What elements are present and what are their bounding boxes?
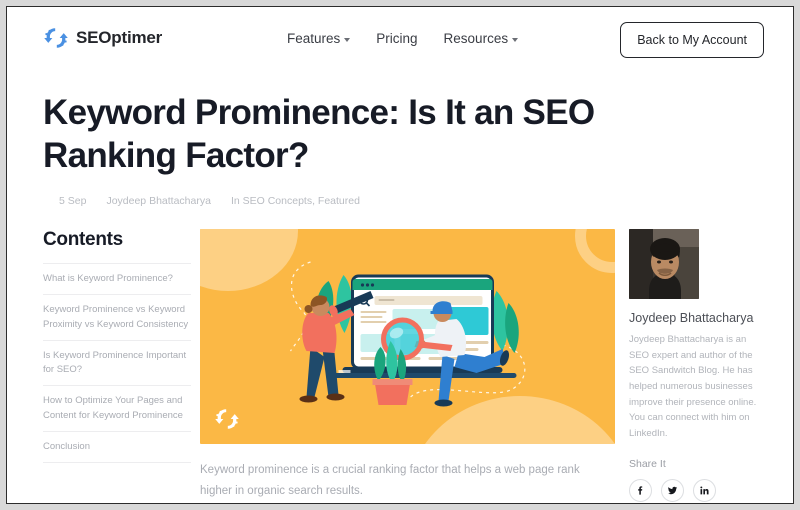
contents-item-3[interactable]: Is Keyword Prominence Important for SEO? xyxy=(43,339,191,386)
share-linkedin-button[interactable] xyxy=(693,478,716,502)
nav-item-label: Resources xyxy=(443,31,509,46)
site-logo-text: SEOptimer xyxy=(76,28,163,47)
nav-item-label: Features xyxy=(287,31,341,46)
article-date: 5 Sep xyxy=(59,195,87,208)
hero-artwork xyxy=(290,261,526,407)
nav-item-label: Pricing xyxy=(376,31,418,46)
site-logo[interactable]: SEOptimer xyxy=(43,25,162,51)
facebook-icon xyxy=(638,486,643,495)
browser-page: SEOptimer Features Pricing Resources Bac… xyxy=(6,6,794,504)
article-header: Keyword Prominence: Is It an SEO Ranking… xyxy=(7,73,793,207)
nav-item-resources[interactable]: Resources xyxy=(444,31,519,46)
seoptimer-logo-watermark-icon xyxy=(215,409,239,429)
contents-item-5[interactable]: Conclusion xyxy=(43,430,191,464)
chevron-down-icon xyxy=(344,37,351,42)
article-meta: 5 Sep Joydeep Bhattacharya In SEO Concep… xyxy=(59,195,757,207)
contents-sidebar: Contents What is Keyword Prominence? Key… xyxy=(43,229,191,503)
seoptimer-gear-arrows-icon xyxy=(44,28,68,48)
contents-item-4[interactable]: How to Optimize Your Pages and Content f… xyxy=(43,385,191,431)
page-title: Keyword Prominence: Is It an SEO Ranking… xyxy=(43,93,595,176)
article-categories[interactable]: In SEO Concepts, Featured xyxy=(231,195,360,207)
back-to-my-account-button[interactable]: Back to My Account xyxy=(620,22,764,58)
author-sidebar: Joydeep Bhattacharya Joydeep Bhattachary… xyxy=(629,229,764,503)
share-twitter-button[interactable] xyxy=(661,478,684,502)
avatar xyxy=(629,229,699,300)
hero-illustration xyxy=(200,229,615,445)
share-buttons xyxy=(629,478,764,502)
share-facebook-button[interactable] xyxy=(629,478,652,502)
chevron-down-icon xyxy=(512,37,519,42)
twitter-icon xyxy=(667,486,678,495)
share-label: Share It xyxy=(629,457,666,470)
article-body: Contents What is Keyword Prominence? Key… xyxy=(7,207,793,503)
author-name[interactable]: Joydeep Bhattacharya xyxy=(629,311,764,325)
contents-item-2[interactable]: Keyword Prominence vs Keyword Proximity … xyxy=(43,294,191,340)
linkedin-icon xyxy=(700,486,709,495)
article-lede: Keyword prominence is a crucial ranking … xyxy=(200,464,580,498)
article-author[interactable]: Joydeep Bhattacharya xyxy=(106,195,211,207)
site-header: SEOptimer Features Pricing Resources Bac… xyxy=(7,7,793,73)
contents-title: Contents xyxy=(43,229,123,251)
author-bio: Joydeep Bhattacharya is an SEO expert an… xyxy=(629,334,757,440)
nav-item-features[interactable]: Features xyxy=(287,31,351,46)
article-main: Keyword prominence is a crucial ranking … xyxy=(191,229,629,503)
main-nav: Features Pricing Resources xyxy=(287,31,519,46)
contents-item-1[interactable]: What is Keyword Prominence? xyxy=(43,263,191,294)
nav-item-pricing[interactable]: Pricing xyxy=(376,31,417,46)
